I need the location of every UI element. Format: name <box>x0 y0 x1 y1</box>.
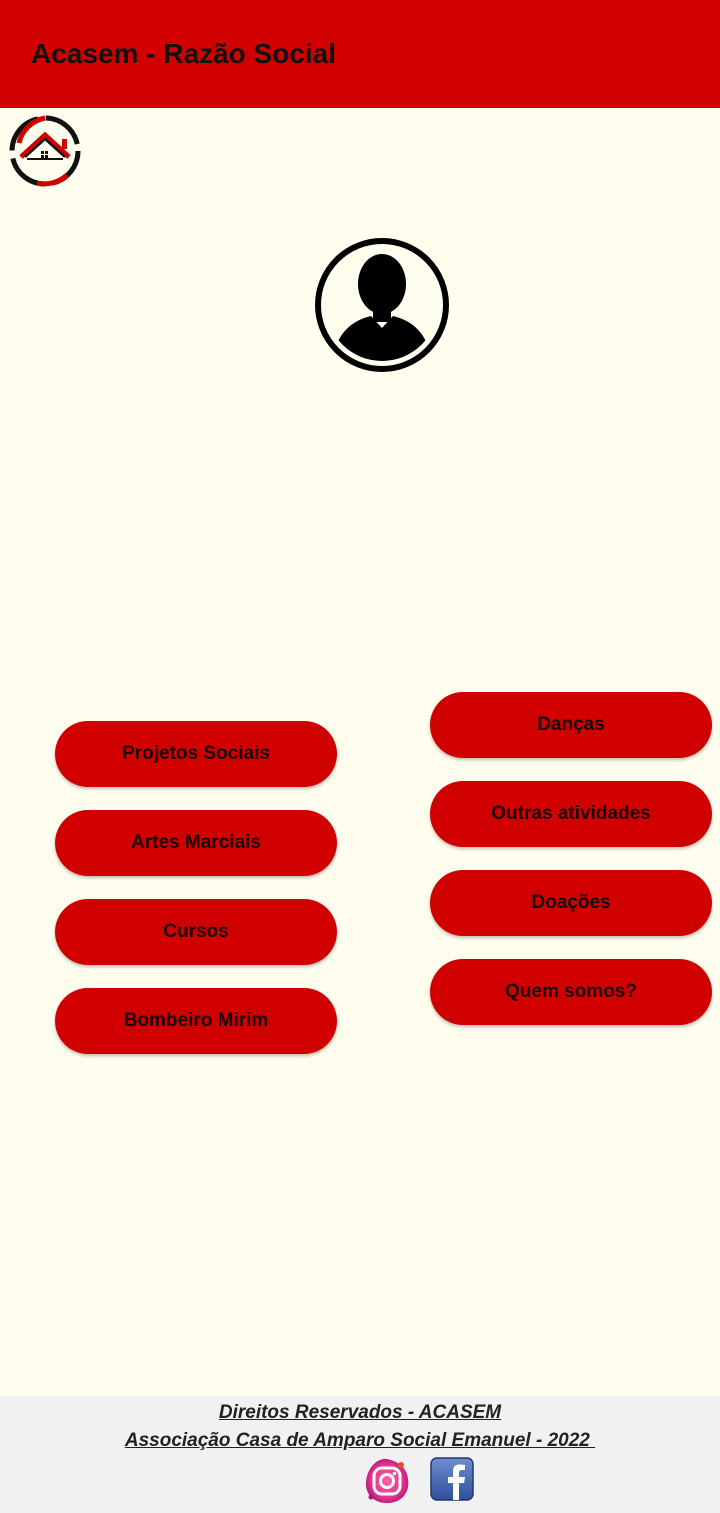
footer: Direitos Reservados - ACASEM Associação … <box>0 1396 720 1513</box>
home-icon[interactable] <box>7 113 83 189</box>
instagram-icon[interactable] <box>363 1457 409 1504</box>
projetos-sociais-button[interactable]: Projetos Sociais <box>55 721 337 787</box>
bombeiro-mirim-button[interactable]: Bombeiro Mirim <box>55 988 337 1054</box>
dancas-button[interactable]: Danças <box>430 692 712 758</box>
artes-marciais-button[interactable]: Artes Marciais <box>55 810 337 876</box>
doacoes-button[interactable]: Doações <box>430 870 712 936</box>
cursos-button[interactable]: Cursos <box>55 899 337 965</box>
quem-somos-button[interactable]: Quem somos? <box>430 959 712 1025</box>
app-title: Acasem - Razão Social <box>31 38 337 69</box>
user-avatar-icon[interactable] <box>313 236 451 374</box>
app-header: Acasem - Razão Social <box>0 0 720 108</box>
footer-rights-text: Direitos Reservados - ACASEM <box>218 1402 502 1423</box>
outras-atividades-button[interactable]: Outras atividades <box>430 781 712 847</box>
facebook-icon[interactable] <box>430 1457 474 1501</box>
footer-association-text: Associação Casa de Amparo Social Emanuel… <box>124 1430 596 1451</box>
